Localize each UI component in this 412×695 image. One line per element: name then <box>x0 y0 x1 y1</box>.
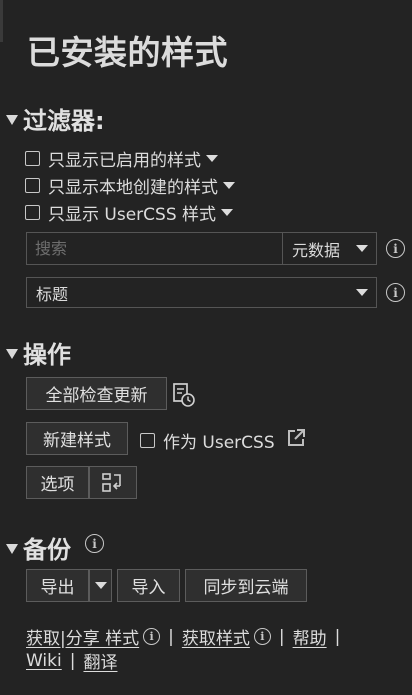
link-separator: | <box>334 626 341 647</box>
chevron-down-icon[interactable] <box>206 155 218 162</box>
backup-heading: 备份 <box>23 536 71 564</box>
options-button[interactable]: 选项 <box>26 466 89 499</box>
export-options-dropdown[interactable] <box>89 569 112 602</box>
filter-usercss-only-row[interactable]: 只显示 UserCSS 样式 <box>25 200 234 225</box>
get-styles-info-icon[interactable]: i <box>253 628 271 645</box>
actions-heading: 操作 <box>23 341 71 369</box>
sync-cloud-button[interactable]: 同步到云端 <box>185 569 307 602</box>
wiki-link[interactable]: Wiki <box>26 651 62 671</box>
link-separator: | <box>69 650 76 671</box>
chevron-down-icon <box>94 582 107 589</box>
filter-enabled-only-row[interactable]: 只显示已启用的样式 <box>25 146 218 171</box>
external-link-icon[interactable] <box>286 428 306 452</box>
as-usercss-row[interactable]: 作为 UserCSS <box>140 428 275 453</box>
new-style-button[interactable]: 新建样式 <box>26 422 128 455</box>
filter-usercss-only-checkbox[interactable] <box>25 205 40 220</box>
check-all-updates-button[interactable]: 全部检查更新 <box>26 377 167 410</box>
filter-enabled-only-label: 只显示已启用的样式 <box>48 151 201 171</box>
filter-local-only-row[interactable]: 只显示本地创建的样式 <box>25 173 235 198</box>
link-separator: | <box>278 626 285 647</box>
backup-section-toggle[interactable]: 备份 <box>6 530 71 565</box>
filter-enabled-only-checkbox[interactable] <box>25 151 40 166</box>
get-share-styles-link[interactable]: 获取|分享 样式 <box>26 624 139 649</box>
collapse-triangle-icon <box>6 543 18 554</box>
search-info-icon[interactable]: i <box>386 239 405 258</box>
page-title: 已安装的样式 <box>27 33 228 72</box>
footer-links-row-1: 获取|分享 样式 i | 获取样式 i | 帮助 | <box>26 624 348 650</box>
as-usercss-checkbox[interactable] <box>140 433 155 448</box>
collapse-triangle-icon <box>6 114 18 125</box>
filters-section-toggle[interactable]: 过滤器: <box>6 101 105 136</box>
search-input[interactable] <box>27 233 282 264</box>
search-scope-value: 元数据 <box>292 240 341 260</box>
import-button[interactable]: 导入 <box>117 569 180 602</box>
search-box[interactable] <box>26 232 282 265</box>
filter-usercss-only-label: 只显示 UserCSS 样式 <box>48 205 217 225</box>
filters-heading: 过滤器: <box>23 107 105 135</box>
get-share-info-icon[interactable]: i <box>143 628 161 645</box>
get-styles-link[interactable]: 获取样式 <box>182 624 250 649</box>
chevron-down-icon <box>356 245 368 252</box>
backup-info-icon[interactable]: i <box>85 534 104 553</box>
sort-value: 标题 <box>36 284 69 304</box>
export-button[interactable]: 导出 <box>26 569 89 602</box>
chevron-down-icon[interactable] <box>223 182 235 189</box>
link-separator: | <box>168 626 174 647</box>
search-scope-select[interactable]: 元数据 <box>282 232 377 265</box>
chevron-down-icon <box>356 289 368 296</box>
sort-select[interactable]: 标题 <box>26 277 377 308</box>
sort-info-icon[interactable]: i <box>386 283 405 302</box>
manage-layout-button[interactable] <box>89 466 137 499</box>
chevron-down-icon[interactable] <box>221 209 234 216</box>
help-link[interactable]: 帮助 <box>293 624 327 649</box>
filter-local-only-label: 只显示本地创建的样式 <box>48 178 218 198</box>
layout-swap-icon <box>102 472 121 492</box>
update-history-icon[interactable] <box>172 382 196 412</box>
left-edge-strip <box>0 0 3 42</box>
actions-section-toggle[interactable]: 操作 <box>6 335 71 370</box>
filter-local-only-checkbox[interactable] <box>25 178 40 193</box>
translate-link[interactable]: 翻译 <box>83 648 117 673</box>
footer-links-row-2: Wiki | 翻译 <box>26 648 117 674</box>
collapse-triangle-icon <box>6 348 18 359</box>
as-usercss-label: 作为 UserCSS <box>163 433 275 453</box>
